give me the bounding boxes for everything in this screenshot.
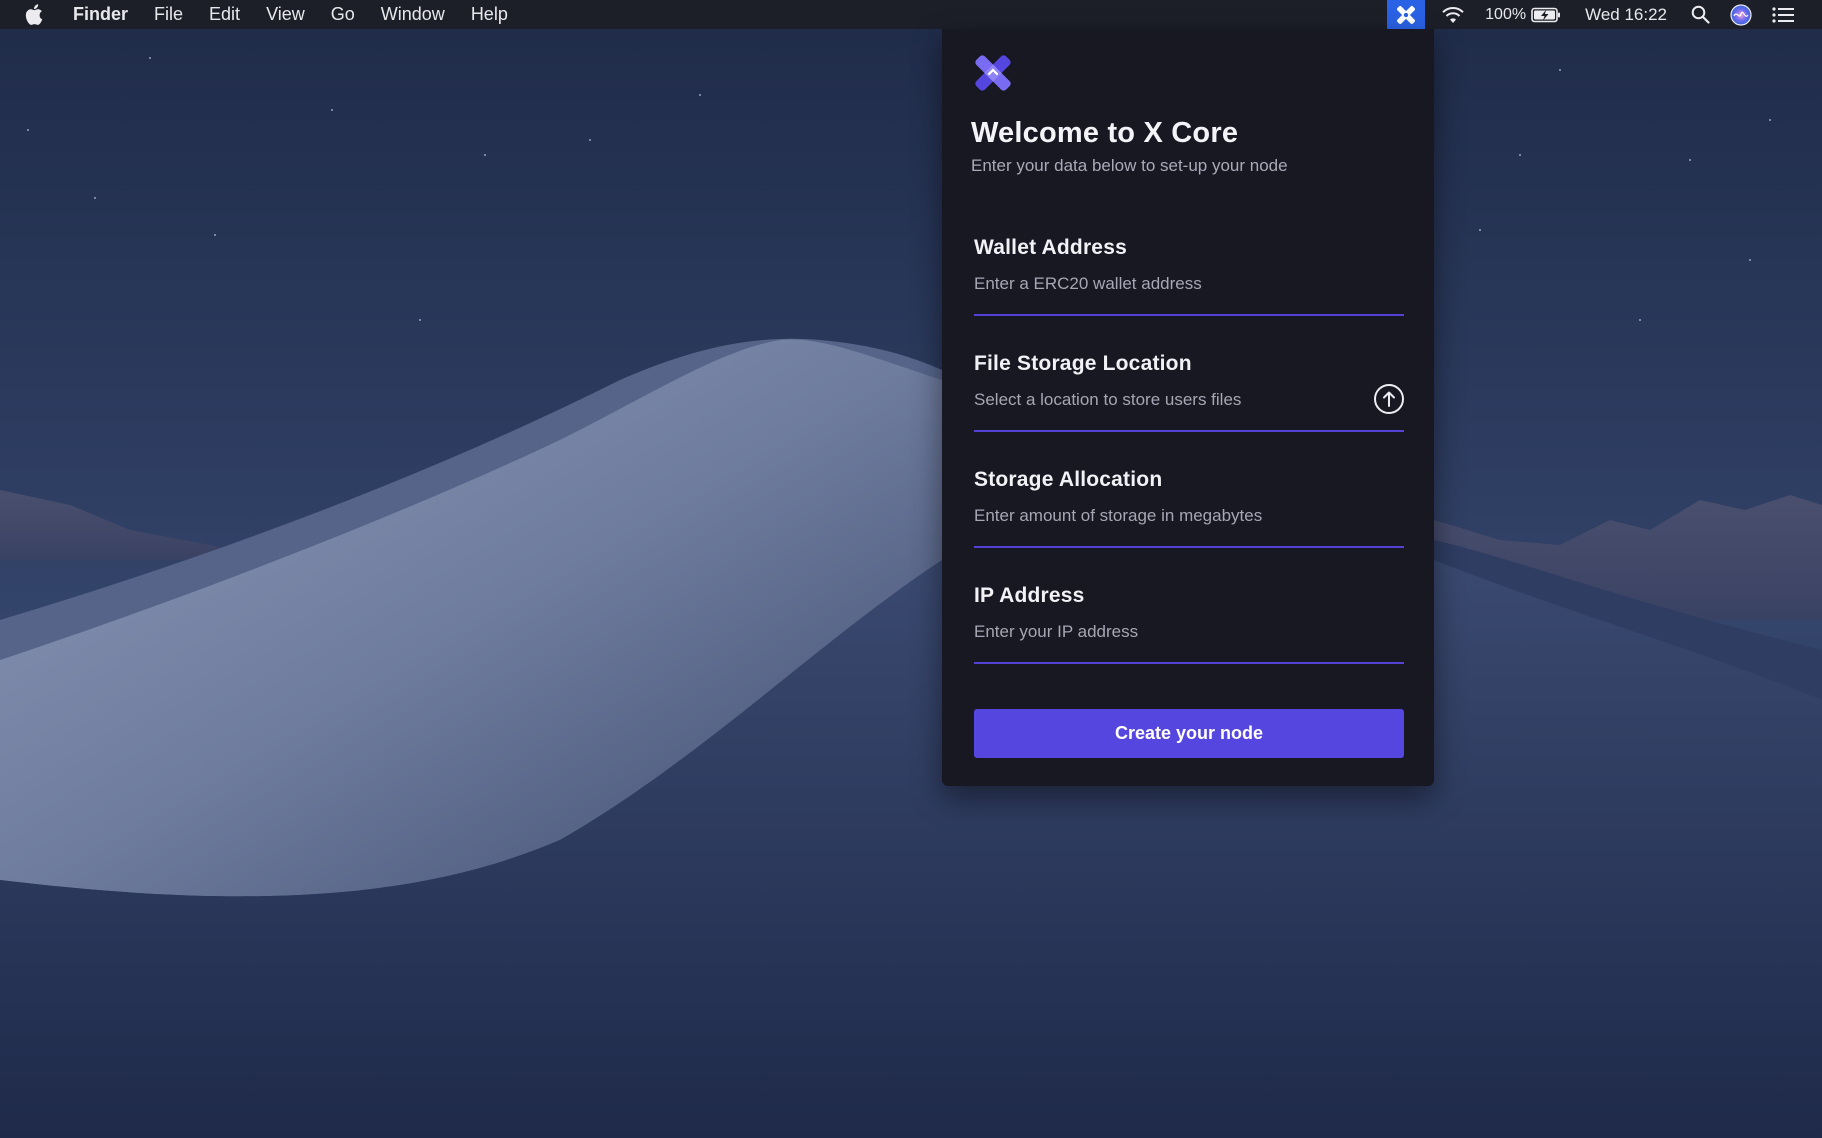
- spotlight-search-icon[interactable]: [1681, 0, 1720, 29]
- wallet-address-input[interactable]: [974, 271, 1354, 297]
- ip-address-field: IP Address: [974, 584, 1404, 664]
- wifi-icon[interactable]: [1431, 0, 1475, 29]
- upload-arrow-icon[interactable]: [1374, 384, 1404, 414]
- desktop-wallpaper: [0, 0, 1822, 1138]
- menu-bar: Finder File Edit View Go Window Help 100…: [0, 0, 1822, 29]
- notification-center-icon[interactable]: [1762, 0, 1822, 29]
- storage-allocation-input[interactable]: [974, 503, 1354, 529]
- storage-allocation-field: Storage Allocation: [974, 468, 1404, 548]
- wallet-address-label: Wallet Address: [974, 236, 1127, 259]
- menu-bar-left: Finder File Edit View Go Window Help: [0, 0, 521, 29]
- apple-icon[interactable]: [25, 4, 47, 26]
- file-storage-location-input[interactable]: [974, 387, 1354, 413]
- wallet-address-field: Wallet Address: [974, 236, 1404, 316]
- menu-help[interactable]: Help: [458, 0, 521, 29]
- ip-address-input[interactable]: [974, 619, 1354, 645]
- menu-view[interactable]: View: [253, 0, 318, 29]
- x-core-setup-panel: Welcome to X Core Enter your data below …: [942, 29, 1434, 786]
- panel-title: Welcome to X Core: [971, 117, 1239, 149]
- menu-bar-right: 100% Wed 16:22: [1387, 0, 1822, 29]
- panel-subtitle: Enter your data below to set-up your nod…: [971, 156, 1288, 175]
- menu-go[interactable]: Go: [318, 0, 368, 29]
- battery-status[interactable]: 100%: [1475, 0, 1571, 29]
- battery-charging-icon: [1531, 7, 1561, 23]
- menu-edit[interactable]: Edit: [196, 0, 253, 29]
- menu-clock[interactable]: Wed 16:22: [1571, 0, 1681, 29]
- create-node-button[interactable]: Create your node: [974, 709, 1404, 758]
- file-storage-location-label: File Storage Location: [974, 352, 1192, 375]
- siri-icon[interactable]: [1720, 0, 1762, 29]
- menu-window[interactable]: Window: [368, 0, 458, 29]
- file-storage-location-field: File Storage Location: [974, 352, 1404, 432]
- menu-app-name[interactable]: Finder: [69, 0, 141, 29]
- x-core-tray-icon[interactable]: [1387, 0, 1426, 29]
- battery-percent: 100%: [1485, 5, 1527, 23]
- storage-allocation-label: Storage Allocation: [974, 468, 1163, 491]
- x-core-logo: [971, 51, 1015, 95]
- wallpaper-dunes-illustration: [0, 57, 1822, 1138]
- ip-address-label: IP Address: [974, 584, 1085, 607]
- menu-file[interactable]: File: [141, 0, 196, 29]
